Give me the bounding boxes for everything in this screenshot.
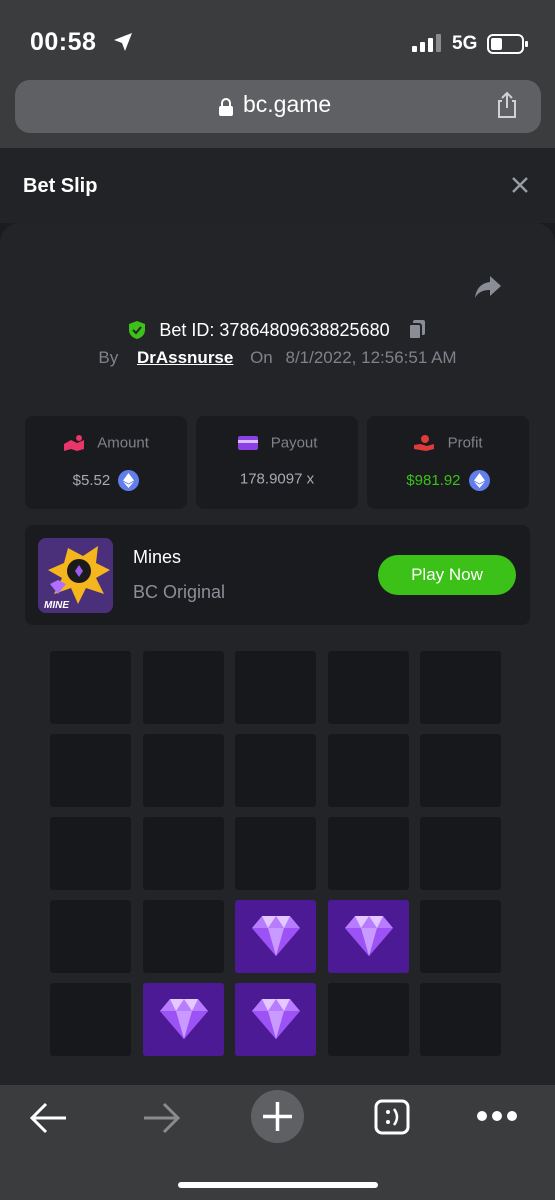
status-time: 00:58 [30, 28, 97, 56]
amount-icon [64, 435, 85, 452]
payout-icon [237, 436, 258, 451]
close-icon[interactable] [512, 177, 528, 193]
game-row: MINE Mines BC Original Play Now [25, 525, 530, 625]
mines-art-icon: MINE [38, 538, 113, 613]
tabs-icon[interactable] [373, 1098, 411, 1136]
mine-tile [328, 734, 409, 807]
more-icon[interactable] [476, 1110, 518, 1122]
mines-grid [50, 651, 501, 1056]
mine-tile-gem [235, 900, 316, 973]
battery-icon [487, 34, 528, 54]
browser-toolbar [0, 1085, 555, 1200]
mine-tile [50, 983, 131, 1056]
mine-tile [328, 651, 409, 724]
bet-id-value: 37864809638825680 [219, 319, 390, 340]
network-type: 5G [452, 33, 478, 54]
mine-tile [143, 900, 224, 973]
game-provider: BC Original [133, 582, 226, 602]
mine-tile [420, 983, 501, 1056]
username-link[interactable]: DrAssnurse [137, 348, 233, 367]
mine-tile-gem [143, 983, 224, 1056]
eth-icon [468, 470, 490, 491]
bet-id-line: Bet ID: 37864809638825680 [0, 319, 555, 341]
by-label: By [98, 348, 119, 367]
new-tab-button[interactable] [251, 1090, 304, 1143]
url-text: bc.game [243, 91, 332, 117]
mine-tile-gem [235, 983, 316, 1056]
amount-value: $5.52 [72, 472, 111, 489]
mine-tile [420, 900, 501, 973]
mine-tile [328, 983, 409, 1056]
forward-arrow-icon[interactable] [142, 1101, 182, 1135]
home-indicator [178, 1182, 378, 1188]
page-title: Bet Slip [23, 175, 98, 197]
diamond-icon [345, 916, 393, 956]
location-arrow-icon [114, 33, 132, 51]
mine-tile [143, 734, 224, 807]
mine-tile [235, 734, 316, 807]
back-arrow-icon[interactable] [28, 1101, 68, 1135]
mine-tile [143, 817, 224, 890]
diamond-icon [252, 916, 300, 956]
svg-text:MINE: MINE [44, 600, 69, 611]
bet-meta-line: By DrAssnurse On 8/1/2022, 12:56:51 AM [0, 348, 555, 368]
mine-tile-gem [328, 900, 409, 973]
bet-slip-header: Bet Slip [0, 148, 555, 223]
mine-tile [50, 651, 131, 724]
mine-tile [235, 817, 316, 890]
mine-tile [143, 651, 224, 724]
game-name: Mines [133, 547, 182, 567]
mine-tile [420, 734, 501, 807]
profit-label: Profit [447, 434, 483, 452]
bet-id-label: Bet ID: [159, 319, 215, 340]
plus-icon [263, 1102, 292, 1131]
stat-profit: Profit $981.92 [367, 416, 529, 509]
mine-tile [50, 734, 131, 807]
bet-datetime: 8/1/2022, 12:56:51 AM [285, 348, 457, 367]
stat-payout: Payout 178.9097 x [196, 416, 358, 509]
on-label: On [250, 348, 273, 367]
payout-label: Payout [270, 434, 318, 452]
lock-icon [219, 98, 233, 116]
amount-label: Amount [97, 434, 149, 452]
mine-tile [235, 651, 316, 724]
diamond-icon [252, 999, 300, 1039]
mine-tile [50, 817, 131, 890]
copy-icon[interactable] [407, 319, 427, 341]
profit-icon [414, 435, 435, 452]
payout-value: 178.9097 x [239, 470, 315, 488]
bet-slip-page: Bet Slip Bet ID: 37864809638825680 By Dr… [0, 148, 555, 1085]
diamond-icon [160, 999, 208, 1039]
url-bar[interactable]: bc.game [15, 80, 541, 133]
shield-check-icon [129, 321, 146, 340]
signal-icon [412, 34, 441, 52]
share-icon[interactable] [495, 91, 519, 119]
status-bar: 00:58 5G [0, 0, 555, 80]
bet-card: Bet ID: 37864809638825680 By DrAssnurse … [0, 223, 555, 1085]
mine-tile [328, 817, 409, 890]
mine-tile [50, 900, 131, 973]
eth-icon [118, 470, 140, 491]
browser-address-area: bc.game [0, 80, 555, 148]
profit-value: $981.92 [406, 472, 461, 489]
stat-amount: Amount $5.52 [25, 416, 187, 509]
share-arrow-icon[interactable] [474, 275, 502, 299]
mine-tile [420, 817, 501, 890]
mines-thumbnail[interactable]: MINE [38, 538, 113, 613]
mine-tile [420, 651, 501, 724]
play-now-button[interactable]: Play Now [378, 555, 516, 595]
